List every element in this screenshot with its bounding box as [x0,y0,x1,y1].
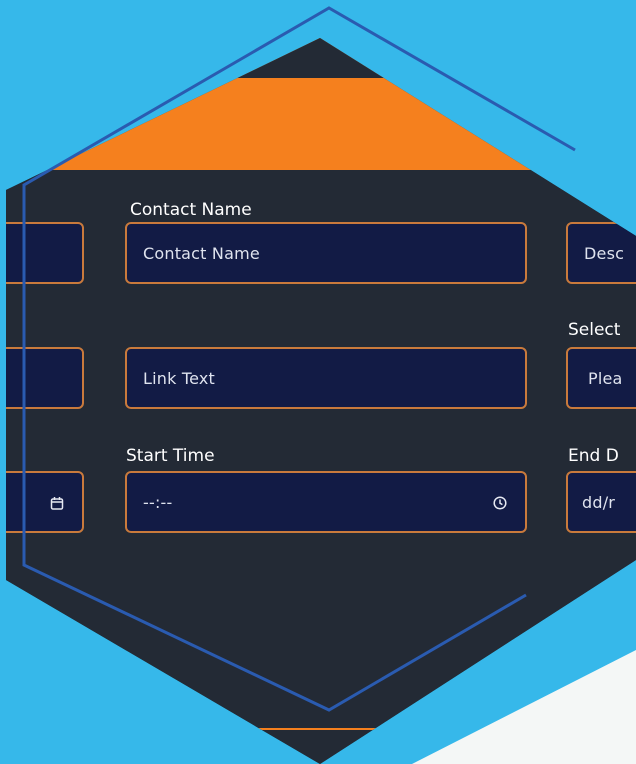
hexagon-outline [22,6,576,712]
